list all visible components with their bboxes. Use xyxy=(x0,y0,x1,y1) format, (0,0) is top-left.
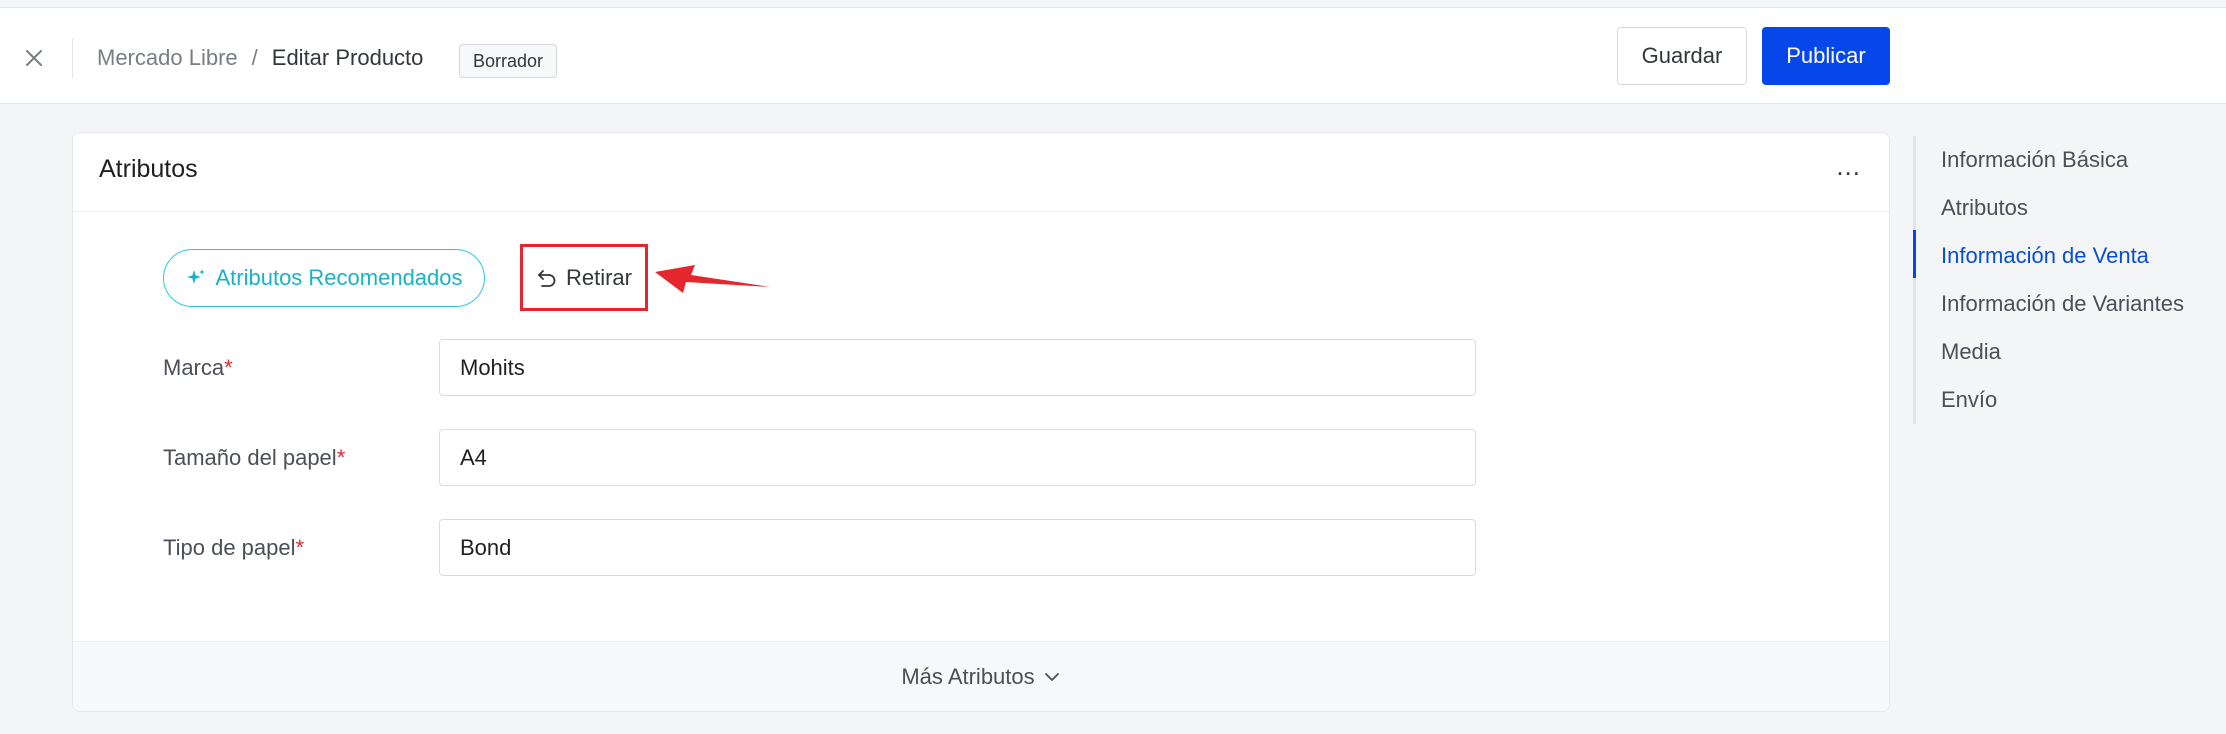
more-options-icon[interactable]: ... xyxy=(1836,151,1861,182)
breadcrumb: Mercado Libre / Editar Producto xyxy=(97,45,423,71)
toc-item-basic-info[interactable]: Información Básica xyxy=(1941,147,2128,173)
publish-button[interactable]: Publicar xyxy=(1762,27,1890,85)
field-label-paper-type: Tipo de papel* xyxy=(163,535,305,560)
paper-type-input[interactable] xyxy=(439,519,1476,576)
annotation-arrow-icon xyxy=(655,265,770,293)
field-label-paper-size: Tamaño del papel* xyxy=(163,445,346,470)
attributes-card: Atributos ... Atributos Recomendados Ret… xyxy=(72,132,1890,712)
recommended-attributes-label: Atributos Recomendados xyxy=(215,265,463,290)
close-icon[interactable] xyxy=(20,44,48,72)
status-badge: Borrador xyxy=(459,44,558,78)
card-divider xyxy=(73,211,1889,212)
toc-track xyxy=(1913,136,1916,424)
toc-active-indicator xyxy=(1913,230,1916,278)
field-label-marca: Marca* xyxy=(163,355,233,380)
more-attributes-label: Más Atributos xyxy=(901,663,1035,689)
breadcrumb-current: Editar Producto xyxy=(271,45,424,70)
withdraw-label: Retirar xyxy=(565,264,632,290)
card-footer: Más Atributos xyxy=(73,641,1889,711)
withdraw-button[interactable]: Retirar xyxy=(520,244,648,311)
required-marker: * xyxy=(336,445,346,470)
header-divider xyxy=(72,38,73,78)
undo-icon xyxy=(536,267,558,289)
toc-item-media[interactable]: Media xyxy=(1941,339,2001,365)
page-header: Mercado Libre / Editar Producto Borrador… xyxy=(0,8,2226,104)
chevron-down-icon xyxy=(1043,668,1061,686)
required-marker: * xyxy=(295,535,305,560)
toc-item-sales-info[interactable]: Información de Venta xyxy=(1941,243,2149,269)
toc-item-attributes[interactable]: Atributos xyxy=(1941,195,2028,221)
sparkle-icon xyxy=(185,267,207,289)
toc-item-shipping[interactable]: Envío xyxy=(1941,387,1997,413)
breadcrumb-separator: / xyxy=(251,45,258,70)
card-title: Atributos xyxy=(99,155,198,183)
top-edge xyxy=(0,0,2226,8)
recommended-attributes-button[interactable]: Atributos Recomendados xyxy=(163,249,485,307)
toc-item-variants-info[interactable]: Información de Variantes xyxy=(1941,291,2184,317)
paper-size-input[interactable] xyxy=(439,429,1476,486)
marca-input[interactable] xyxy=(439,339,1476,396)
required-marker: * xyxy=(224,355,233,380)
breadcrumb-parent[interactable]: Mercado Libre xyxy=(97,45,238,71)
more-attributes-toggle[interactable]: Más Atributos xyxy=(901,664,1060,690)
save-button[interactable]: Guardar xyxy=(1617,27,1747,85)
